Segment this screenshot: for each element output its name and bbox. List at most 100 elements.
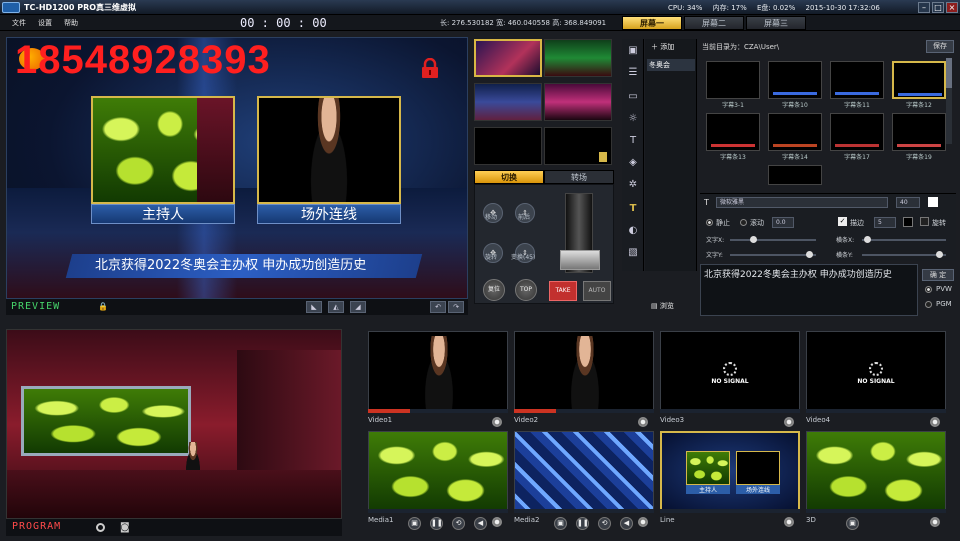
top-button[interactable]: TOP (515, 279, 537, 301)
subtitle-scrollbar[interactable] (946, 58, 952, 144)
pgm-radio[interactable] (925, 301, 932, 308)
layers-icon[interactable]: ◈ (626, 157, 640, 169)
rotate-checkbox[interactable] (920, 217, 929, 226)
tab-cut[interactable]: 切换 (474, 170, 544, 184)
subtitle-thumb[interactable] (830, 61, 884, 99)
tab-screen-3[interactable]: 屏幕三 (746, 16, 806, 30)
scene-thumb[interactable] (474, 83, 542, 121)
record-icon[interactable] (96, 523, 105, 532)
camera-center-icon[interactable]: ◭ (328, 301, 344, 313)
text-y-slider[interactable] (730, 251, 816, 258)
list-icon[interactable]: ☰ (626, 67, 640, 79)
outline-width-select[interactable]: 5 (874, 217, 896, 228)
font-select[interactable]: 微软雅黑 (716, 197, 888, 208)
font-size-select[interactable]: 40 (896, 197, 920, 208)
tab-screen-2[interactable]: 屏幕二 (684, 16, 744, 30)
open-folder-icon[interactable]: ▣ (554, 517, 567, 530)
volume-icon[interactable]: ◀ (474, 517, 487, 530)
browse-button[interactable]: ▤ 浏览 (651, 301, 674, 311)
tab-transition[interactable]: 转场 (544, 170, 614, 184)
source-line-preview[interactable]: 主持人 场外连线 (660, 431, 800, 511)
pause-icon[interactable]: ❚❚ (430, 517, 443, 530)
source-settings-gear-icon[interactable] (638, 517, 648, 527)
maximize-button[interactable]: □ (932, 2, 944, 13)
menu-file[interactable]: 文件 (12, 18, 26, 28)
loop-icon[interactable]: ⟲ (598, 517, 611, 530)
scene-thumb[interactable] (474, 39, 542, 77)
preview-window-host[interactable] (91, 96, 235, 204)
auto-button[interactable]: AUTO (583, 281, 611, 301)
subtitle-thumb[interactable] (830, 113, 884, 151)
subtitle-thumb[interactable] (768, 165, 822, 185)
lock-small-icon[interactable]: 🔒 (98, 302, 108, 311)
speed-select[interactable]: 0.0 (772, 217, 794, 228)
scene-thumb-empty[interactable] (544, 127, 612, 165)
source-video2-preview[interactable] (514, 331, 654, 411)
subtitle-text-input[interactable]: 北京获得2022冬奥会主办权 申办成功创造历史 (700, 264, 918, 316)
text-format-icon[interactable]: T (626, 135, 640, 147)
source-media1-preview[interactable] (368, 431, 508, 511)
preview-window-remote[interactable] (257, 96, 401, 204)
pause-icon[interactable]: ❚❚ (576, 517, 589, 530)
palette-icon[interactable]: ◐ (626, 225, 640, 237)
undo-icon[interactable]: ↶ (430, 301, 446, 313)
add-layer-button[interactable]: ＋ 添加 (651, 42, 674, 52)
source-settings-gear-icon[interactable] (492, 417, 502, 427)
subtitle-thumb[interactable] (768, 113, 822, 151)
light-icon[interactable]: ☼ (626, 113, 640, 125)
confirm-button[interactable]: 确 定 (922, 269, 954, 281)
reset-button[interactable]: 复位 (483, 279, 505, 301)
source-settings-gear-icon[interactable] (638, 417, 648, 427)
subtitle-thumb[interactable] (892, 113, 946, 151)
slider-knob[interactable] (750, 236, 757, 243)
pvw-radio[interactable] (925, 286, 932, 293)
subtitle-thumb[interactable] (706, 113, 760, 151)
source-settings-gear-icon[interactable] (784, 517, 794, 527)
slider-knob[interactable] (936, 251, 943, 258)
scene-thumb[interactable] (544, 83, 612, 121)
subtitle-thumb[interactable] (768, 61, 822, 99)
scene-thumb[interactable] (544, 39, 612, 77)
source-settings-gear-icon[interactable] (930, 517, 940, 527)
open-folder-icon[interactable]: ▣ (846, 517, 859, 530)
slider-knob[interactable] (806, 251, 813, 258)
scrollbar-thumb[interactable] (946, 58, 952, 88)
subtitle-thumb[interactable] (892, 61, 946, 99)
t-bar-handle[interactable] (560, 250, 600, 270)
source-video4-preview[interactable]: NO SIGNAL (806, 331, 946, 411)
minimize-button[interactable]: – (918, 2, 930, 13)
source-video3-preview[interactable]: NO SIGNAL (660, 331, 800, 411)
effects-icon[interactable]: ✲ (626, 179, 640, 191)
tab-screen-1[interactable]: 屏幕一 (622, 16, 682, 30)
source-settings-gear-icon[interactable] (784, 417, 794, 427)
menu-settings[interactable]: 设置 (38, 18, 52, 28)
outline-color-swatch[interactable] (903, 217, 913, 227)
slider-knob[interactable] (864, 236, 871, 243)
image-icon[interactable]: ▧ (626, 247, 640, 259)
volume-icon[interactable]: ◀ (620, 517, 633, 530)
open-folder-icon[interactable]: ▣ (408, 517, 421, 530)
snapshot-camera-icon[interactable]: ◙ (120, 522, 130, 533)
program-monitor[interactable] (6, 329, 342, 519)
subtitle-thumb[interactable] (706, 61, 760, 99)
close-button[interactable]: × (946, 2, 958, 13)
scene-thumb-empty[interactable] (474, 127, 542, 165)
scroll-radio[interactable] (740, 219, 747, 226)
lock-icon[interactable] (421, 58, 439, 78)
t-bar-fader[interactable] (560, 193, 600, 273)
redo-icon[interactable]: ↷ (448, 301, 464, 313)
bar-y-slider[interactable] (862, 251, 946, 258)
camera-left-icon[interactable]: ◣ (306, 301, 322, 313)
font-color-swatch[interactable] (928, 197, 938, 207)
source-media2-preview[interactable] (514, 431, 654, 511)
static-radio[interactable] (706, 219, 713, 226)
layer-item[interactable]: 冬奥会 (647, 59, 695, 71)
take-button[interactable]: TAKE (549, 281, 577, 301)
text-x-slider[interactable] (730, 236, 816, 243)
save-disk-icon[interactable]: ▣ (626, 45, 640, 57)
outline-checkbox[interactable]: ✓ (838, 217, 847, 226)
save-button[interactable]: 保存 (926, 40, 954, 53)
source-settings-gear-icon[interactable] (930, 417, 940, 427)
camera-right-icon[interactable]: ◢ (350, 301, 366, 313)
bar-x-slider[interactable] (862, 236, 946, 243)
